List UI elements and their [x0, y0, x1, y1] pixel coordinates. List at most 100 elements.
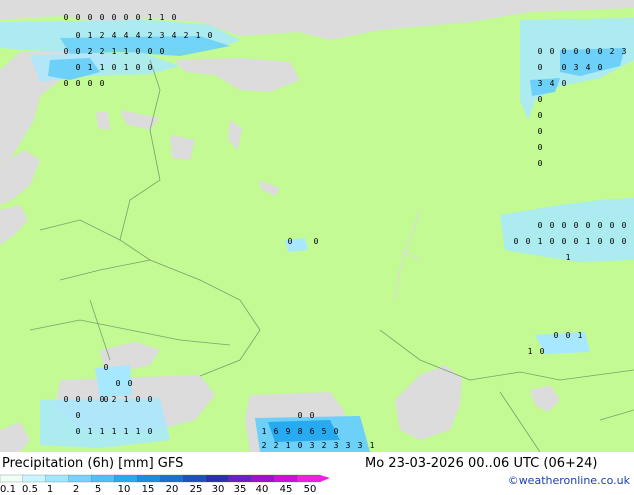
precip-value-label: 3: [538, 79, 543, 88]
precip-value-label: 0: [100, 13, 105, 22]
scale-swatch: [0, 474, 24, 483]
precip-value-label: 0: [550, 47, 555, 56]
scale-swatch: [91, 474, 115, 483]
precip-value-label: 1: [100, 63, 105, 72]
scale-swatch: [296, 474, 321, 483]
precip-value-label: 1: [88, 31, 93, 40]
precip-value-label: 1: [538, 237, 543, 246]
precip-value-label: 0: [76, 79, 81, 88]
precip-value-label: 0: [334, 427, 339, 436]
precip-value-label: 1: [124, 395, 129, 404]
precip-value-label: 0: [538, 127, 543, 136]
precipitation-map: 0 0 0 0 0 0 0 1 1 00 1 2 4 4 4 2 3 4 2 1 00 0 2 2 1 1 0 0 00 1 1 0 1 0 00 0…: [0, 0, 634, 452]
precip-value-label: 4: [124, 31, 129, 40]
precip-value-label: 0: [76, 63, 81, 72]
precip-value-label: 0: [76, 395, 81, 404]
precip-value-label: 0: [538, 47, 543, 56]
precip-value-label: 0: [538, 143, 543, 152]
precip-value-label: 0: [574, 221, 579, 230]
precip-value-label: 0: [100, 79, 105, 88]
precip-value-label: 1: [566, 253, 571, 262]
precip-value-label: 0: [148, 427, 153, 436]
scale-swatch: [22, 474, 47, 483]
scale-swatch: [228, 474, 253, 483]
precip-value-label: 2: [274, 441, 279, 450]
scale-swatch: [45, 474, 70, 483]
precip-value-label: 0: [598, 221, 603, 230]
map-title: Precipitation (6h) [mm] GFS: [2, 457, 183, 471]
scale-swatch: [182, 474, 207, 483]
precip-value-label: 0: [622, 221, 627, 230]
precip-value-label: 0: [64, 395, 69, 404]
precip-value-label: 2: [100, 47, 105, 56]
precip-value-label: 1: [88, 63, 93, 72]
precip-value-label: 4: [586, 63, 591, 72]
scale-arrow: [320, 475, 330, 482]
precip-value-label: 0: [598, 47, 603, 56]
scale-swatch: [274, 474, 298, 483]
precip-value-label: 0: [136, 63, 141, 72]
precip-value-label: 4: [136, 31, 141, 40]
precip-value-label: 0: [124, 13, 129, 22]
precip-value-label: 4: [550, 79, 555, 88]
precip-value-label: 3: [346, 441, 351, 450]
precip-value-label: 0: [88, 79, 93, 88]
precip-value-label: 1: [124, 63, 129, 72]
precip-value-label: 0: [288, 237, 293, 246]
precip-value-label: 1: [286, 441, 291, 450]
precip-value-label: 0: [104, 363, 109, 372]
map-title-text: Precipitation (6h) [mm]: [2, 456, 154, 471]
precip-value-label: 0: [128, 379, 133, 388]
precip-value-label: 0: [76, 47, 81, 56]
precip-value-label: 2: [112, 395, 117, 404]
precip-value-label: 0: [554, 331, 559, 340]
precip-value-label: 0: [540, 347, 545, 356]
precip-value-label: 0: [136, 47, 141, 56]
precip-value-label: 0: [298, 441, 303, 450]
precip-value-label: 0: [514, 237, 519, 246]
precip-value-label: 0: [562, 79, 567, 88]
precip-value-label: 0: [76, 31, 81, 40]
precip-value-label: 2: [322, 441, 327, 450]
precip-value-label: 1: [586, 237, 591, 246]
precip-value-label: 0: [586, 221, 591, 230]
precip-value-label: 0: [148, 47, 153, 56]
precip-value-label: 1: [112, 47, 117, 56]
color-scale-bar: [0, 474, 330, 483]
model-name: GFS: [157, 456, 184, 471]
precip-value-label: 1: [370, 441, 375, 450]
precip-value-label: 3: [622, 47, 627, 56]
precip-value-label: 1: [262, 427, 267, 436]
precip-value-label: 0: [112, 63, 117, 72]
precip-value-label: 0: [88, 395, 93, 404]
precip-value-label: 3: [574, 63, 579, 72]
precip-value-label: 3: [334, 441, 339, 450]
precip-value-label: 0: [76, 13, 81, 22]
precip-value-label: 2: [88, 47, 93, 56]
precip-value-label: 0: [550, 221, 555, 230]
precip-value-label: 6: [310, 427, 315, 436]
precip-value-label: 0: [562, 237, 567, 246]
precip-value-label: 0: [310, 411, 315, 420]
precip-value-label: 1: [578, 331, 583, 340]
precip-value-label: 0: [148, 395, 153, 404]
precip-value-label: 0: [562, 47, 567, 56]
precip-value-label: 0: [136, 13, 141, 22]
precip-value-label: 0: [160, 47, 165, 56]
precip-value-label: 5: [322, 427, 327, 436]
precip-value-label: 1: [124, 47, 129, 56]
valid-datetime: Mo 23-03-2026 00..06 UTC (06+24): [365, 456, 598, 471]
precip-value-label: 9: [286, 427, 291, 436]
precip-value-label: 2: [262, 441, 267, 450]
precip-value-label: 0: [562, 63, 567, 72]
precip-value-label: 0: [538, 159, 543, 168]
scale-swatch: [114, 474, 138, 483]
site-credit: ©weatheronline.co.uk: [507, 474, 630, 487]
precip-value-label: 0: [598, 63, 603, 72]
precip-value-label: 0: [574, 47, 579, 56]
precip-value-label: 0: [610, 221, 615, 230]
precip-value-label: 0: [622, 237, 627, 246]
scale-swatch: [159, 474, 184, 483]
precip-value-label: 0: [566, 331, 571, 340]
precip-value-label: 2: [610, 47, 615, 56]
